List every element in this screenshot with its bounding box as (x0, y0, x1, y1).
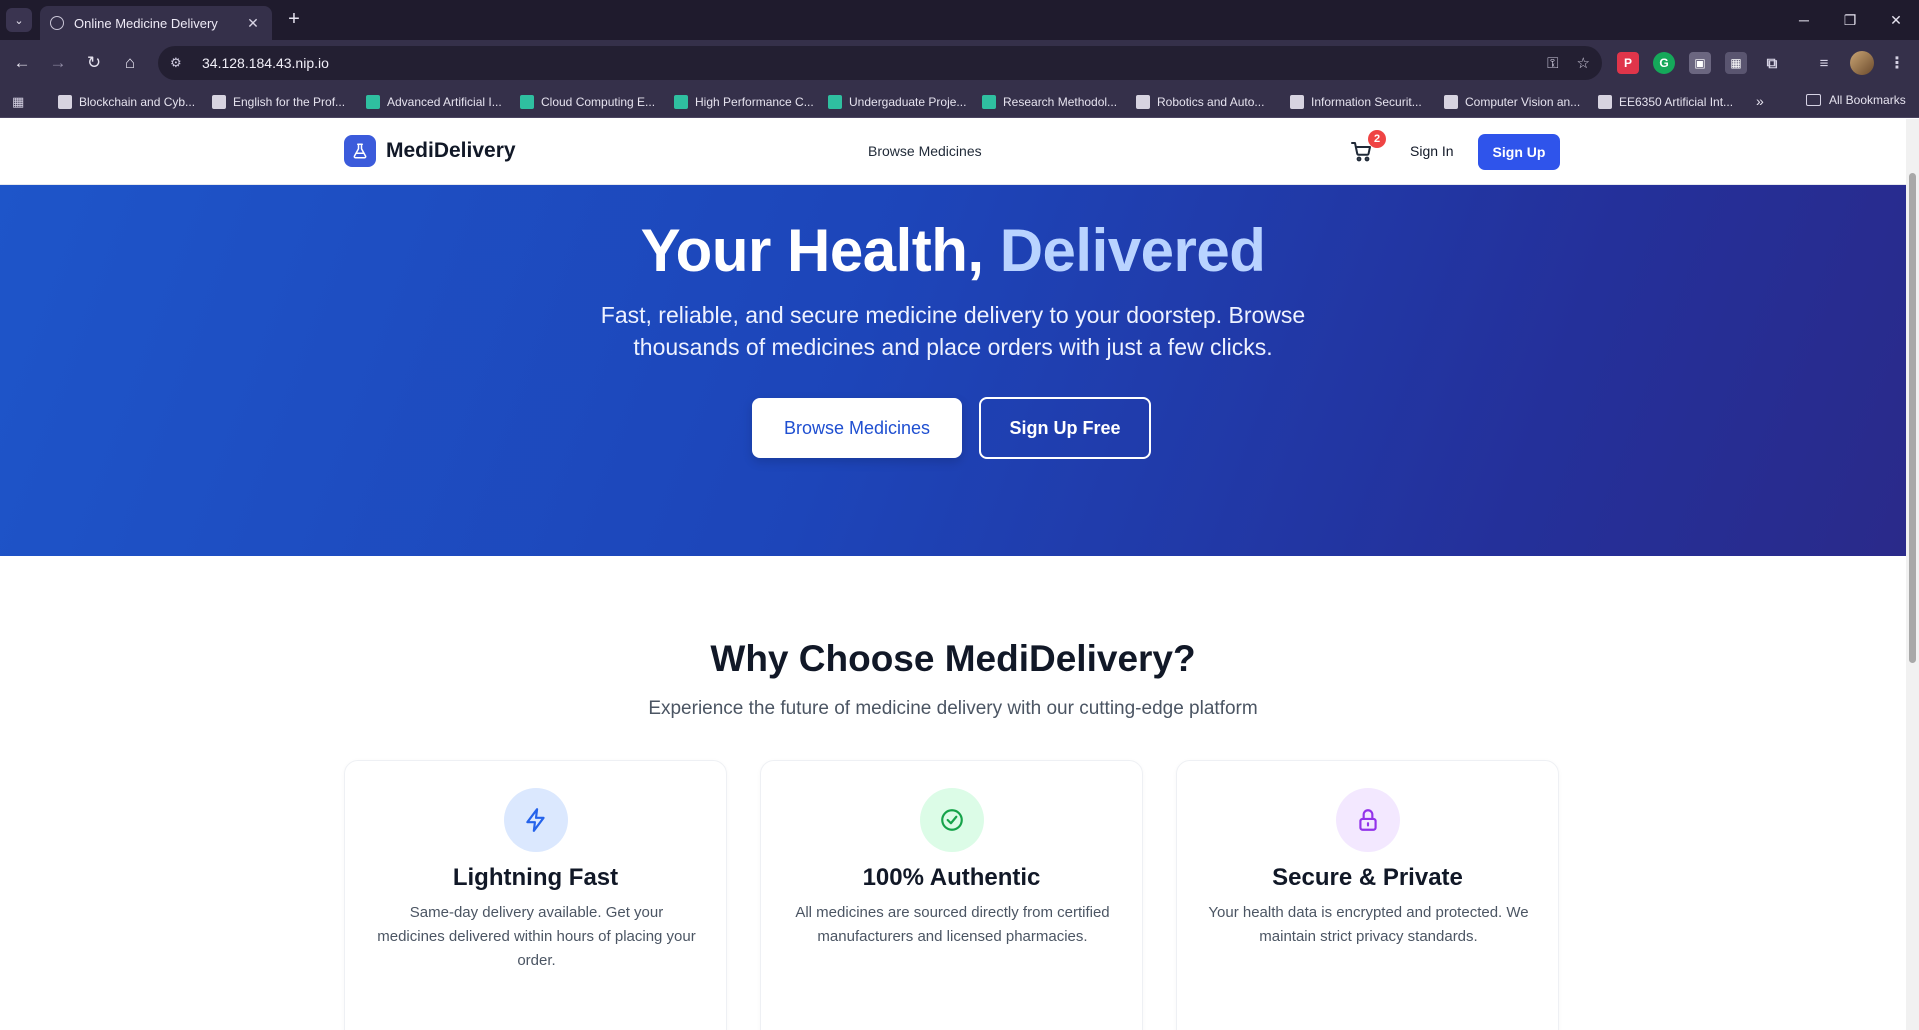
feature-card-description: Same-day delivery available. Get your me… (377, 904, 696, 969)
bookmark-item[interactable]: EE6350 Artificial Int... (1598, 93, 1733, 111)
bookmark-label: English for the Prof... (233, 95, 346, 109)
hero-title-accent: Delivered (999, 217, 1266, 284)
page-icon (1598, 95, 1612, 109)
pocket-extension-icon[interactable]: P (1617, 52, 1639, 74)
bookmark-label: Advanced Artificial I... (387, 95, 502, 109)
cart-count-badge: 2 (1368, 130, 1386, 148)
close-window-button[interactable]: ✕ (1878, 6, 1914, 34)
page-icon (58, 95, 72, 109)
page-icon (1444, 95, 1458, 109)
feature-card-description: All medicines are sourced directly from … (795, 904, 1110, 945)
bookmark-label: Undergaduate Proje... (849, 95, 967, 109)
back-arrow-icon[interactable]: ← (8, 49, 36, 77)
bookmark-star-icon[interactable]: ☆ (1577, 54, 1590, 72)
bookmark-label: Cloud Computing E... (541, 95, 656, 109)
bookmark-item[interactable]: Robotics and Auto... (1136, 93, 1264, 111)
feature-card-authentic: 100% Authentic All medicines are sourced… (760, 760, 1143, 1030)
bookmark-label: Research Methodol... (1003, 95, 1118, 109)
lock-icon (1336, 788, 1400, 852)
browser-tab-strip: ⌄ Online Medicine Delivery ✕ + ─ ❐ ✕ (0, 0, 1919, 40)
flask-icon (344, 135, 376, 167)
bookmark-label: EE6350 Artificial Int... (1619, 95, 1734, 109)
menu-kebab-icon[interactable]: ⋮ (1886, 52, 1908, 74)
feature-card-fast: Lightning Fast Same-day delivery availab… (344, 760, 727, 1030)
page-icon (1136, 95, 1150, 109)
bookmark-item[interactable]: Cloud Computing E... (520, 93, 655, 111)
minimize-button[interactable]: ─ (1786, 6, 1822, 34)
feature-card-title: Lightning Fast (452, 864, 619, 891)
check-circle-icon (920, 788, 984, 852)
bookmarks-bar: ▦ Blockchain and Cyb... English for the … (0, 86, 1919, 118)
feature-card-title: 100% Authentic (862, 864, 1041, 891)
folder-icon (1806, 94, 1821, 106)
classroom-icon (982, 95, 996, 109)
bookmark-item[interactable]: English for the Prof... (212, 93, 345, 111)
bookmark-label: Computer Vision an... (1465, 95, 1581, 109)
brand-logo[interactable]: MediDelivery (344, 135, 516, 167)
tab-search-button[interactable]: ⌄ (6, 8, 32, 32)
apps-grid-icon[interactable]: ▦ (12, 94, 28, 110)
classroom-icon (828, 95, 842, 109)
sign-up-free-button[interactable]: Sign Up Free (979, 397, 1151, 459)
page-icon (1290, 95, 1304, 109)
brand-name: MediDelivery (386, 139, 516, 162)
feature-card-description: Your health data is encrypted and protec… (1208, 904, 1529, 945)
bookmark-item[interactable]: Undergaduate Proje... (828, 93, 966, 111)
close-tab-icon[interactable]: ✕ (244, 15, 262, 32)
all-bookmarks-button[interactable]: All Bookmarks (1806, 93, 1906, 107)
hero-subtitle: Fast, reliable, and secure medicine deli… (600, 302, 1306, 360)
address-bar[interactable]: ⚙ 34.128.184.43.nip.io ⚿ ☆ (158, 46, 1602, 80)
browser-tab-active[interactable]: Online Medicine Delivery ✕ (40, 6, 272, 40)
bookmark-item[interactable]: Computer Vision an... (1444, 93, 1580, 111)
feature-card-title: Secure & Private (1272, 864, 1463, 891)
classroom-icon (674, 95, 688, 109)
restore-button[interactable]: ❐ (1832, 6, 1868, 34)
url-text: 34.128.184.43.nip.io (202, 55, 329, 71)
bookmark-item[interactable]: High Performance C... (674, 93, 814, 111)
new-tab-button[interactable]: + (282, 8, 306, 32)
bookmark-item[interactable]: Information Securit... (1290, 93, 1422, 111)
sign-up-button[interactable]: Sign Up (1478, 134, 1560, 170)
sign-in-link[interactable]: Sign In (1410, 143, 1454, 159)
feature-card-secure: Secure & Private Your health data is enc… (1176, 760, 1559, 1030)
browse-medicines-button[interactable]: Browse Medicines (752, 398, 962, 458)
page-icon (212, 95, 226, 109)
bookmark-item[interactable]: Advanced Artificial I... (366, 93, 502, 111)
extensions-puzzle-icon[interactable]: ⧉ (1761, 52, 1783, 74)
more-bookmarks-icon[interactable]: » (1756, 93, 1764, 109)
globe-icon (50, 16, 64, 30)
grammarly-extension-icon[interactable]: G (1653, 52, 1675, 74)
classroom-icon (520, 95, 534, 109)
bookmark-label: High Performance C... (695, 95, 814, 109)
bookmark-item[interactable]: Blockchain and Cyb... (58, 93, 195, 111)
hero-section: Your Health, Delivered Fast, reliable, a… (0, 185, 1906, 556)
browser-toolbar: ← → ↻ ⌂ ⚙ 34.128.184.43.nip.io ⚿ ☆ P G ▣… (0, 40, 1919, 86)
features-title: Why Choose MediDelivery? (710, 638, 1196, 679)
qr-extension-icon[interactable]: ▦ (1725, 52, 1747, 74)
reading-list-icon[interactable]: ≡ (1813, 52, 1835, 74)
classroom-icon (366, 95, 380, 109)
page-scrollbar[interactable] (1906, 119, 1919, 1030)
hero-title-main: Your Health, (640, 217, 1000, 284)
scrollbar-thumb[interactable] (1909, 173, 1916, 663)
all-bookmarks-label: All Bookmarks (1829, 93, 1906, 107)
site-header: MediDelivery Browse Medicines 2 Sign In … (0, 119, 1906, 185)
home-icon[interactable]: ⌂ (116, 49, 144, 77)
nav-browse-medicines-link[interactable]: Browse Medicines (868, 143, 982, 159)
lightning-icon (504, 788, 568, 852)
key-icon[interactable]: ⚿ (1547, 55, 1558, 72)
bookmark-item[interactable]: Research Methodol... (982, 93, 1117, 111)
page-viewport: MediDelivery Browse Medicines 2 Sign In … (0, 119, 1906, 1030)
bookmark-label: Robotics and Auto... (1157, 95, 1265, 109)
hero-title: Your Health, Delivered (0, 216, 1906, 285)
site-settings-icon[interactable]: ⚙ (170, 55, 190, 71)
save-extension-icon[interactable]: ▣ (1689, 52, 1711, 74)
tab-title: Online Medicine Delivery (74, 15, 218, 31)
reload-icon[interactable]: ↻ (80, 49, 108, 77)
forward-arrow-icon[interactable]: → (44, 49, 72, 77)
bookmark-label: Information Securit... (1311, 95, 1422, 109)
bookmark-label: Blockchain and Cyb... (79, 95, 196, 109)
features-subtitle: Experience the future of medicine delive… (648, 698, 1258, 719)
profile-avatar[interactable] (1850, 51, 1874, 75)
